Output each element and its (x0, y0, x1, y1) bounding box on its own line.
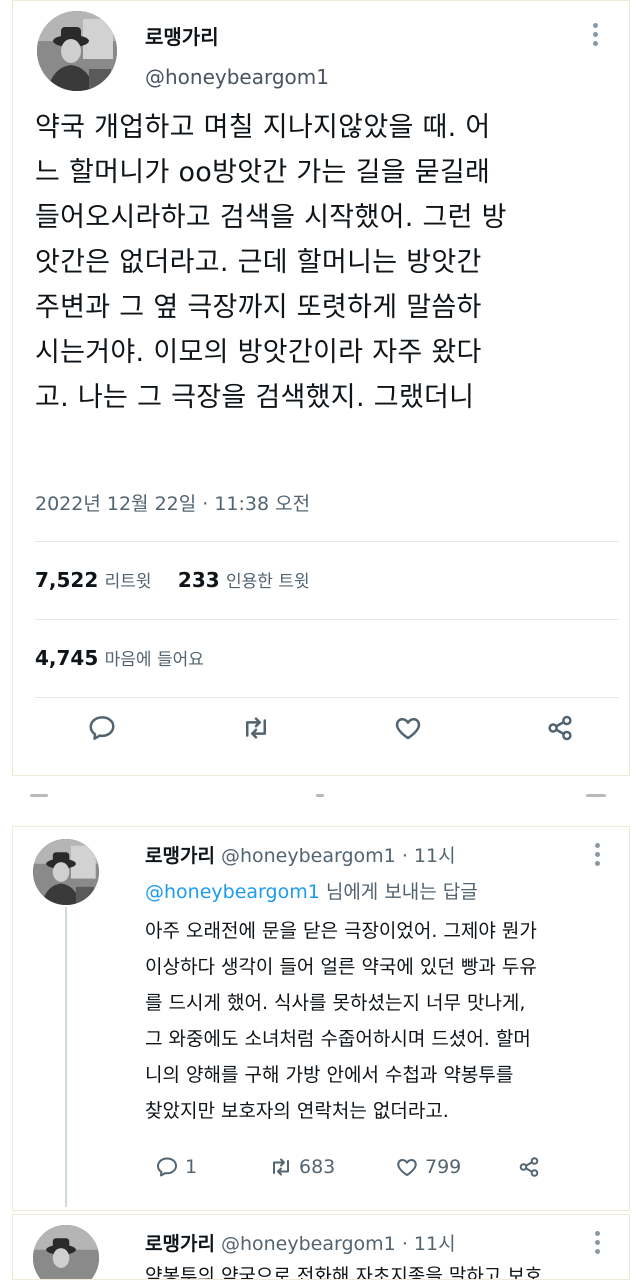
tweet-text-line: 느 할머니가 oo방앗간 가는 길을 묻길래 (35, 157, 491, 188)
tweet-time[interactable]: · 11시 (402, 845, 456, 867)
like-icon (397, 1159, 417, 1176)
retweets-label[interactable]: 리트윗 (105, 572, 152, 592)
avatar[interactable] (33, 1225, 99, 1279)
tweet-header: 로맹가리 @honeybeargom1 · 11시 (145, 841, 456, 868)
reply-to-label: 님에게 보내는 답글 (325, 881, 478, 903)
divider (35, 697, 619, 698)
retweet-stats: 7,522 리트윗 233 인용한 트윗 (35, 567, 330, 592)
reply-icon (157, 1157, 177, 1177)
user-handle[interactable]: @honeybeargom1 (221, 845, 396, 867)
share-button[interactable] (517, 1155, 541, 1179)
replying-to: @honeybeargom1 님에게 보내는 답글 (145, 877, 478, 904)
display-name[interactable]: 로맹가리 (145, 1233, 215, 1255)
tweet-text-line: 약국 개업하고 며칠 지나지않았을 때. 어 (35, 112, 491, 143)
tweet-header: 로맹가리 @honeybeargom1 · 11시 (145, 1229, 456, 1256)
tweet-actions (35, 713, 625, 757)
next-tweet-card[interactable]: 로맹가리 @honeybeargom1 · 11시 약봉투의 약국으로 전화해 … (12, 1214, 630, 1280)
reply-count: 1 (185, 1156, 198, 1178)
tweet-text: 약국 개업하고 며칠 지나지않았을 때. 어 느 할머니가 oo방앗간 가는 길… (35, 105, 625, 420)
tweet-text-line: 주변과 그 옆 극장까지 또렷하게 말씀하 (35, 292, 482, 323)
avatar-photo (33, 839, 99, 905)
reply-button[interactable]: 1 (155, 1155, 197, 1179)
tweet-text: 아주 오래전에 문을 닫은 극장이었어. 그제야 뭔가 이상하다 생각이 들어 … (145, 913, 625, 1129)
tweet-actions: 1 683 799 (145, 1155, 615, 1185)
tweet-text-line: 앗간은 없더라고. 근데 할머니는 방앗간 (35, 247, 482, 278)
avatar[interactable] (37, 11, 117, 91)
thread-line (65, 907, 67, 1207)
tweet-text-line: 시는거야. 이모의 방앗간이라 자주 왔다 (35, 337, 482, 368)
likes-count[interactable]: 4,745 (35, 646, 98, 670)
reply-button[interactable] (87, 713, 123, 749)
retweet-icon (246, 717, 266, 739)
quotes-count[interactable]: 233 (178, 568, 220, 592)
reply-icon (89, 716, 115, 740)
likes-label[interactable]: 마음에 들어요 (105, 650, 204, 670)
tweet-text-line: 니의 양해를 구해 가방 안에서 수첩과 약봉투를 (145, 1064, 514, 1086)
tweet-timestamp[interactable]: 2022년 12월 22일 · 11:38 오전 (35, 489, 310, 516)
user-handle[interactable]: @honeybeargom1 (221, 1233, 396, 1255)
tweet-text-line: 를 드시게 했어. 식사를 못하셨는지 너무 맛나게, (145, 992, 526, 1014)
tweet-text: 약봉투의 약국으로 전화해 자초지종을 말하고 보호 (145, 1265, 543, 1280)
display-name[interactable]: 로맹가리 (145, 21, 219, 50)
share-icon (519, 1157, 539, 1177)
main-tweet-card: 로맹가리 @honeybeargom1 약국 개업하고 며칠 지나지않았을 때.… (12, 0, 630, 776)
tweet-text-line: 그 와중에도 소녀처럼 수줍어하시며 드셨어. 할머 (145, 1028, 531, 1050)
retweet-icon (273, 1158, 289, 1176)
tweet-text-line: 아주 오래전에 문을 닫은 극장이었어. 그제야 뭔가 (145, 920, 537, 942)
share-icon (548, 715, 572, 741)
reply-tweet-card[interactable]: 로맹가리 @honeybeargom1 · 11시 @honeybeargom1… (12, 826, 630, 1211)
like-icon (395, 718, 421, 740)
tweet-text-line: 들어오시라하고 검색을 시작했어. 그런 방 (35, 202, 507, 233)
retweet-button[interactable]: 683 (269, 1155, 335, 1179)
divider (35, 541, 619, 542)
avatar-photo (33, 1225, 99, 1279)
like-button[interactable]: 799 (395, 1155, 461, 1179)
reply-to-user-link[interactable]: @honeybeargom1 (145, 881, 320, 903)
user-handle[interactable]: @honeybeargom1 (145, 65, 329, 89)
retweets-count[interactable]: 7,522 (35, 568, 98, 592)
tweet-text-line: 찾았지만 보호자의 연락처는 없더라고. (145, 1100, 449, 1122)
retweet-button[interactable] (241, 713, 277, 749)
like-button[interactable] (393, 713, 429, 749)
more-icon[interactable] (595, 843, 601, 870)
share-button[interactable] (545, 713, 581, 749)
tweet-text-line: 고. 나는 그 극장을 검색했지. 그랬더니 (35, 382, 475, 413)
more-icon[interactable] (593, 23, 599, 50)
more-icon[interactable] (595, 1231, 601, 1258)
retweet-count: 683 (299, 1156, 336, 1178)
divider (35, 619, 619, 620)
like-count: 799 (425, 1156, 462, 1178)
tweet-time[interactable]: · 11시 (402, 1233, 456, 1255)
avatar-photo (37, 11, 117, 91)
quotes-label[interactable]: 인용한 트윗 (226, 572, 310, 592)
screenshot-seam (0, 786, 640, 810)
like-stats: 4,745 마음에 들어요 (35, 645, 224, 670)
tweet-text-line: 이상하다 생각이 들어 얼른 약국에 있던 빵과 두유 (145, 956, 537, 978)
avatar[interactable] (33, 839, 99, 905)
display-name[interactable]: 로맹가리 (145, 845, 215, 867)
